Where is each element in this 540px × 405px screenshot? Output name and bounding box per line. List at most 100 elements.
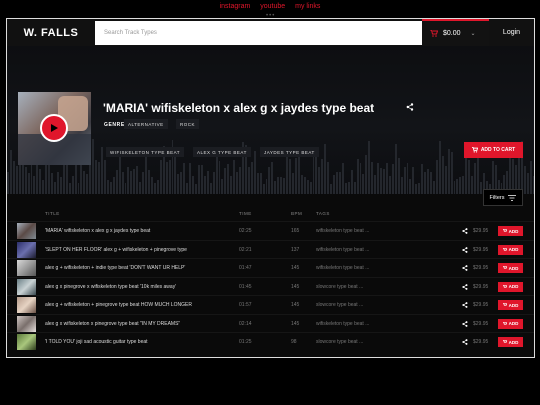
cart-icon: [471, 147, 478, 153]
track-bpm: 98: [291, 339, 297, 345]
add-button[interactable]: ADD: [498, 300, 523, 310]
share-icon[interactable]: [462, 296, 468, 314]
table-row[interactable]: alex g + wifiskeleton + indie type beat …: [7, 258, 534, 277]
filters-label: Filters: [489, 194, 505, 201]
add-to-cart-button[interactable]: ADD TO CART: [464, 142, 523, 158]
track-thumbnail[interactable]: [17, 278, 36, 295]
login-button[interactable]: Login: [489, 19, 534, 46]
track-bpm: 137: [291, 246, 300, 253]
cart-icon: [502, 229, 507, 232]
track-price: $29.95: [473, 228, 489, 234]
cart-button[interactable]: $0.00 ⌄: [422, 19, 489, 46]
table-row[interactable]: alex g + wifiskeleton + pinegrove type b…: [7, 295, 534, 314]
share-icon[interactable]: [406, 103, 414, 111]
share-icon[interactable]: [462, 278, 468, 296]
track-tags[interactable]: slowcore type beat ...: [316, 333, 363, 351]
track-title: 'MARIA' wifiskeleton x alex g x jaydes t…: [103, 101, 375, 115]
share-icon[interactable]: [462, 222, 468, 240]
genre-label: GENRE: [104, 122, 125, 128]
track-thumbnail[interactable]: [17, 223, 36, 239]
youtube-link[interactable]: youtube: [260, 3, 285, 10]
play-button[interactable]: [40, 114, 68, 142]
track-title-cell[interactable]: alex g x wifiskeleton x pinegrove type b…: [45, 315, 180, 333]
track-bpm: 145: [291, 320, 300, 327]
track-thumbnail[interactable]: [17, 315, 36, 332]
track-thumbnail[interactable]: [17, 241, 36, 258]
tag-chip[interactable]: JAYDES TYPE BEAT: [260, 147, 319, 157]
cart-icon: [502, 321, 507, 325]
cart-icon: [502, 303, 507, 306]
add-label: ADD: [508, 228, 519, 234]
table-row[interactable]: 'I TOLD YOU' joji sad acoustic guitar ty…: [7, 332, 534, 351]
track-title-cell[interactable]: alex g + wifiskeleton + indie type beat …: [45, 259, 185, 277]
table-row[interactable]: alex g x wifiskeleton x pinegrove type b…: [7, 313, 534, 333]
track-time: 02:25: [239, 228, 252, 234]
table-row[interactable]: 'SLEPT ON HER FLOOR' alex g + wifiskelet…: [7, 239, 534, 259]
track-price: $29.95: [473, 320, 489, 327]
cart-total: $0.00: [443, 30, 461, 37]
chevron-down-icon: ⌄: [470, 31, 476, 37]
add-to-cart-label: ADD TO CART: [480, 147, 516, 153]
track-time: 01:57: [239, 302, 252, 308]
share-icon[interactable]: [462, 315, 468, 333]
share-icon[interactable]: [462, 241, 468, 259]
track-price: $29.95: [473, 339, 489, 345]
cart-icon: [502, 266, 507, 269]
track-title-cell[interactable]: 'MARIA' wifiskeleton x alex g x jaydes t…: [45, 222, 150, 240]
track-tags[interactable]: wifiskeleton type beat ...: [316, 222, 369, 240]
header: W. FALLS Search Track Types $0.00 ⌄ Logi…: [7, 19, 534, 46]
player-frame: W. FALLS Search Track Types $0.00 ⌄ Logi…: [6, 18, 535, 358]
filters-button[interactable]: Filters: [483, 189, 523, 206]
track-bpm: 145: [291, 283, 300, 290]
search-input[interactable]: Search Track Types: [95, 21, 422, 45]
track-tags[interactable]: slowcore type beat ...: [316, 278, 363, 296]
track-tags[interactable]: wifiskeleton type beat ...: [316, 259, 369, 277]
add-label: ADD: [508, 302, 519, 308]
cover-art: [18, 92, 91, 165]
track-title-cell[interactable]: alex g x pinegrove x wifiskeleton type b…: [45, 278, 176, 296]
add-button[interactable]: ADD: [498, 226, 523, 236]
table-row[interactable]: 'MARIA' wifiskeleton x alex g x jaydes t…: [7, 221, 534, 240]
add-button[interactable]: ADD: [498, 281, 523, 292]
cart-icon: [502, 340, 507, 343]
track-tags[interactable]: wifiskeleton type beat ...: [316, 241, 369, 259]
add-button[interactable]: ADD: [498, 263, 523, 273]
add-label: ADD: [508, 339, 519, 345]
table-row[interactable]: alex g x pinegrove x wifiskeleton type b…: [7, 276, 534, 296]
tag-chip[interactable]: ALEX G TYPE BEAT: [193, 147, 251, 157]
filter-icon: [508, 194, 517, 201]
track-bpm: 145: [291, 265, 300, 271]
share-icon[interactable]: [462, 333, 468, 351]
track-tags[interactable]: wifiskeleton type beat ...: [316, 315, 369, 333]
track-bpm: 145: [291, 302, 300, 308]
add-label: ADD: [508, 265, 519, 271]
add-label: ADD: [508, 247, 519, 252]
track-tags[interactable]: slowcore type beat ...: [316, 296, 363, 314]
genre-chip[interactable]: ROCK: [176, 119, 200, 129]
my-links-link[interactable]: my links: [295, 3, 320, 10]
play-icon: [51, 124, 58, 132]
tag-chip[interactable]: WIFISKELETON TYPE BEAT: [106, 147, 185, 157]
track-thumbnail[interactable]: [17, 260, 36, 276]
track-time: 01:45: [239, 283, 252, 290]
add-button[interactable]: ADD: [498, 337, 523, 347]
track-title-cell[interactable]: 'I TOLD YOU' joji sad acoustic guitar ty…: [45, 333, 148, 351]
instagram-link[interactable]: instagram: [220, 3, 251, 10]
logo[interactable]: W. FALLS: [7, 19, 95, 46]
genre-chip[interactable]: ALTERNATIVE: [124, 119, 168, 129]
table-header: TITLE TIME BPM TAGS: [7, 211, 534, 219]
add-button[interactable]: ADD: [498, 318, 523, 329]
track-price: $29.95: [473, 246, 489, 253]
track-thumbnail[interactable]: [17, 297, 36, 313]
share-icon[interactable]: [462, 259, 468, 277]
column-time: TIME: [239, 211, 252, 216]
column-tags: TAGS: [316, 211, 330, 216]
track-time: 02:21: [239, 246, 252, 253]
track-title-cell[interactable]: alex g + wifiskeleton + pinegrove type b…: [45, 296, 192, 314]
add-button[interactable]: ADD: [498, 244, 523, 255]
featured-track: 'MARIA' wifiskeleton x alex g x jaydes t…: [7, 46, 534, 194]
track-price: $29.95: [473, 283, 489, 290]
column-bpm: BPM: [291, 211, 303, 216]
track-thumbnail[interactable]: [17, 334, 36, 350]
track-title-cell[interactable]: 'SLEPT ON HER FLOOR' alex g + wifiskelet…: [45, 241, 187, 259]
